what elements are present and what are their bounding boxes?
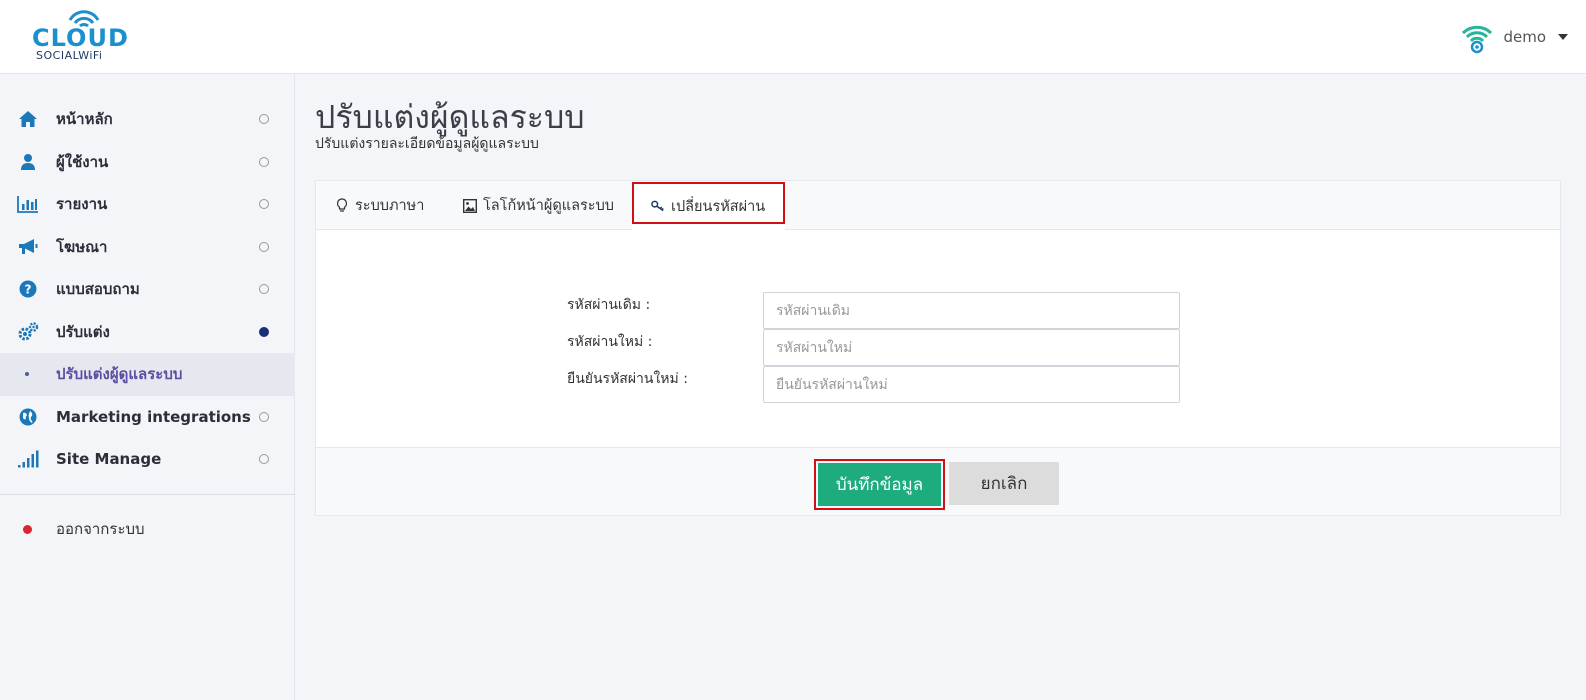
sidebar-item-label: โฆษณา <box>56 237 108 256</box>
confirm-password-label: ยืนยันรหัสผ่านใหม่ : <box>567 371 688 387</box>
status-dot <box>259 284 269 295</box>
sidebar-item-label: รายงาน <box>56 195 108 214</box>
sidebar-item-label: ปรับแต่ง <box>56 322 110 341</box>
status-dot <box>259 241 269 252</box>
user-name: demo <box>1503 28 1546 46</box>
question-icon: ? <box>17 278 39 300</box>
bullet-icon <box>25 372 29 377</box>
lightbulb-icon <box>335 198 349 213</box>
logo-text-cloud: CLOUD <box>32 24 129 52</box>
page-subtitle: ปรับแต่งรายละเอียดข้อมูลผู้ดูแลระบบ <box>315 136 539 152</box>
sidebar-item-users[interactable]: ผู้ใช้งาน <box>0 141 295 184</box>
sidebar-item-survey[interactable]: ? แบบสอบถาม <box>0 268 295 311</box>
sidebar-item-home[interactable]: หน้าหลัก <box>0 98 295 141</box>
save-button-highlight: บันทึกข้อมูล <box>814 459 945 510</box>
gears-icon <box>17 321 39 343</box>
logout-label: ออกจากระบบ <box>56 520 145 538</box>
old-password-label: รหัสผ่านเดิม : <box>567 297 651 313</box>
status-dot <box>259 411 269 422</box>
top-bar: CLOUD SOCIALWiFi demo <box>0 0 1586 74</box>
save-button[interactable]: บันทึกข้อมูล <box>818 463 941 506</box>
logout-dot-icon <box>23 524 32 534</box>
new-password-label: รหัสผ่านใหม่ : <box>567 334 653 350</box>
sidebar-item-label: หน้าหลัก <box>56 110 113 129</box>
svg-text:?: ? <box>25 283 32 297</box>
bar-chart-icon <box>17 193 39 215</box>
sidebar-subitem-admin-settings[interactable]: ปรับแต่งผู้ดูแลระบบ <box>0 353 295 396</box>
tab-admin-logo[interactable]: โลโก้หน้าผู้ดูแลระบบ <box>463 181 614 230</box>
status-dot <box>259 454 269 465</box>
confirm-password-input[interactable] <box>763 366 1180 403</box>
sidebar-nav: หน้าหลัก ผู้ใช้งาน รายงาน โฆษณา ? แบบสอบ… <box>0 98 295 481</box>
status-dot <box>259 114 269 125</box>
sidebar-divider <box>0 494 295 495</box>
sidebar-item-ads[interactable]: โฆษณา <box>0 226 295 269</box>
settings-card: ระบบภาษา โลโก้หน้าผู้ดูแลระบบ เปลี่ยนรหั… <box>315 180 1561 516</box>
tab-bar: ระบบภาษา โลโก้หน้าผู้ดูแลระบบ เปลี่ยนรหั… <box>316 181 1560 231</box>
tab-label: ระบบภาษา <box>355 198 425 214</box>
new-password-input[interactable] <box>763 329 1180 366</box>
sidebar-item-label: แบบสอบถาม <box>56 280 140 299</box>
sidebar: หน้าหลัก ผู้ใช้งาน รายงาน โฆษณา ? แบบสอบ… <box>0 75 295 700</box>
active-status-dot <box>259 326 269 337</box>
logo-text-socialwifi: SOCIALWiFi <box>36 49 103 62</box>
sidebar-item-reports[interactable]: รายงาน <box>0 183 295 226</box>
tab-label: โลโก้หน้าผู้ดูแลระบบ <box>483 198 614 214</box>
signal-icon <box>17 448 39 470</box>
sidebar-item-site-manage[interactable]: Site Manage <box>0 438 295 481</box>
app-logo[interactable]: CLOUD SOCIALWiFi <box>30 6 140 66</box>
user-menu[interactable]: demo <box>1459 18 1568 56</box>
sidebar-item-settings[interactable]: ปรับแต่ง <box>0 311 295 354</box>
sidebar-item-label: ปรับแต่งผู้ดูแลระบบ <box>56 365 183 384</box>
sidebar-item-label: Marketing integrations <box>56 407 251 426</box>
user-icon <box>17 151 39 173</box>
old-password-input[interactable] <box>763 292 1180 329</box>
caret-down-icon <box>1558 34 1568 40</box>
home-icon <box>17 108 39 130</box>
logout-button[interactable]: ออกจากระบบ <box>0 508 295 550</box>
megaphone-icon <box>17 236 39 258</box>
tab-language[interactable]: ระบบภาษา <box>335 181 424 230</box>
status-dot <box>259 156 269 167</box>
image-icon <box>463 198 477 213</box>
tab-highlight-box <box>632 182 785 224</box>
card-footer: บันทึกข้อมูล ยกเลิก <box>316 447 1560 515</box>
sidebar-item-label: Site Manage <box>56 450 162 469</box>
globe-icon <box>17 406 39 428</box>
status-dot <box>259 199 269 210</box>
wifi-avatar-icon <box>1462 25 1493 54</box>
cancel-button[interactable]: ยกเลิก <box>949 462 1059 505</box>
sidebar-item-label: ผู้ใช้งาน <box>56 152 109 171</box>
sidebar-item-marketing-integrations[interactable]: Marketing integrations <box>0 396 295 439</box>
